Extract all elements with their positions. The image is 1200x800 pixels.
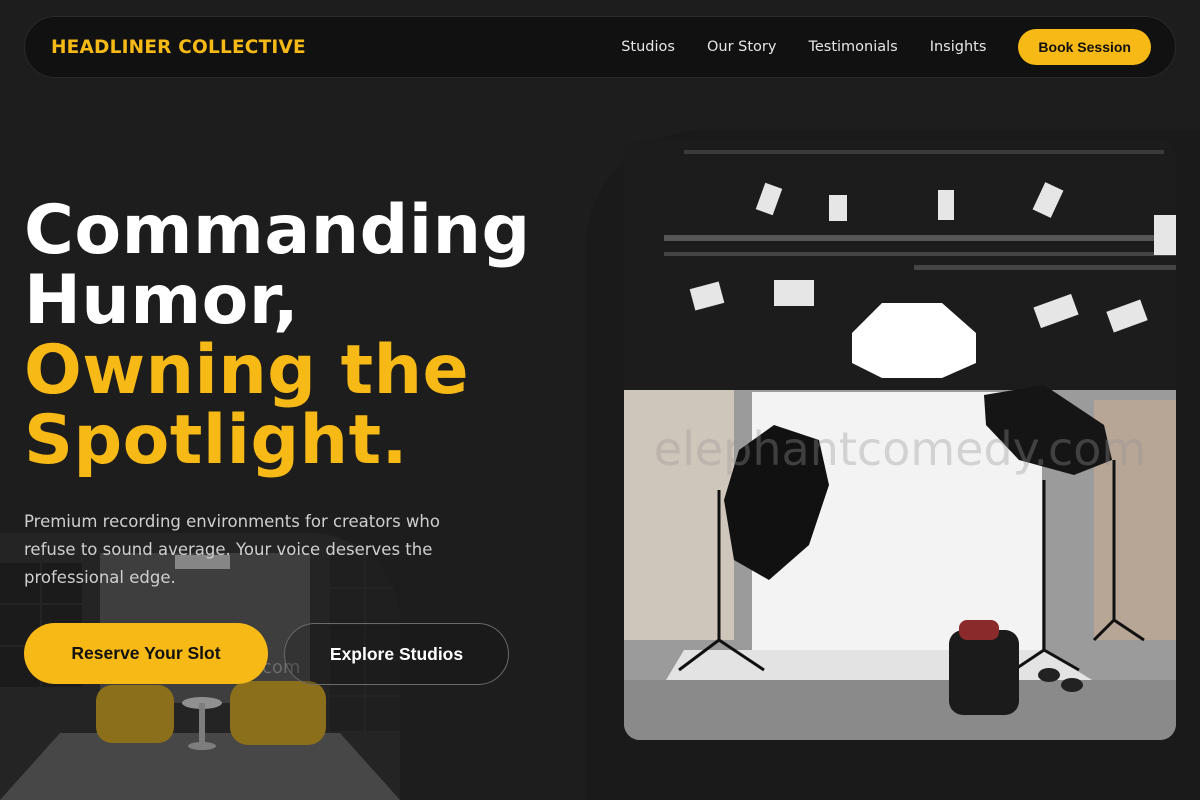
hero-title: Commanding Humor, Owning the Spotlight. (24, 196, 604, 476)
explore-studios-button[interactable]: Explore Studios (284, 623, 509, 685)
studio-photo: elephantcomedy.com (624, 140, 1176, 740)
nav-links: Studios Our Story Testimonials Insights … (621, 29, 1151, 65)
navbar: HEADLINER COLLECTIVE Studios Our Story T… (24, 16, 1176, 78)
hero-title-accent-line-2: Spotlight. (24, 401, 408, 480)
book-session-button[interactable]: Book Session (1018, 29, 1151, 65)
hero-title-line-1: Commanding (24, 191, 531, 270)
brand-logo[interactable]: HEADLINER COLLECTIVE (51, 37, 306, 58)
hero-title-accent-line-1: Owning the (24, 331, 470, 410)
nav-link-studios[interactable]: Studios (621, 39, 675, 55)
studio-watermark: elephantcomedy.com (653, 422, 1147, 476)
nav-link-insights[interactable]: Insights (930, 39, 987, 55)
reserve-slot-button[interactable]: Reserve Your Slot (24, 623, 268, 684)
nav-link-testimonials[interactable]: Testimonials (808, 39, 897, 55)
hero-title-line-2: Humor, (24, 261, 300, 340)
page: com HEADLINER COLLECTIVE Studios Our Sto… (0, 0, 1200, 800)
nav-link-our-story[interactable]: Our Story (707, 39, 776, 55)
hero-subtitle: Premium recording environments for creat… (24, 512, 440, 587)
